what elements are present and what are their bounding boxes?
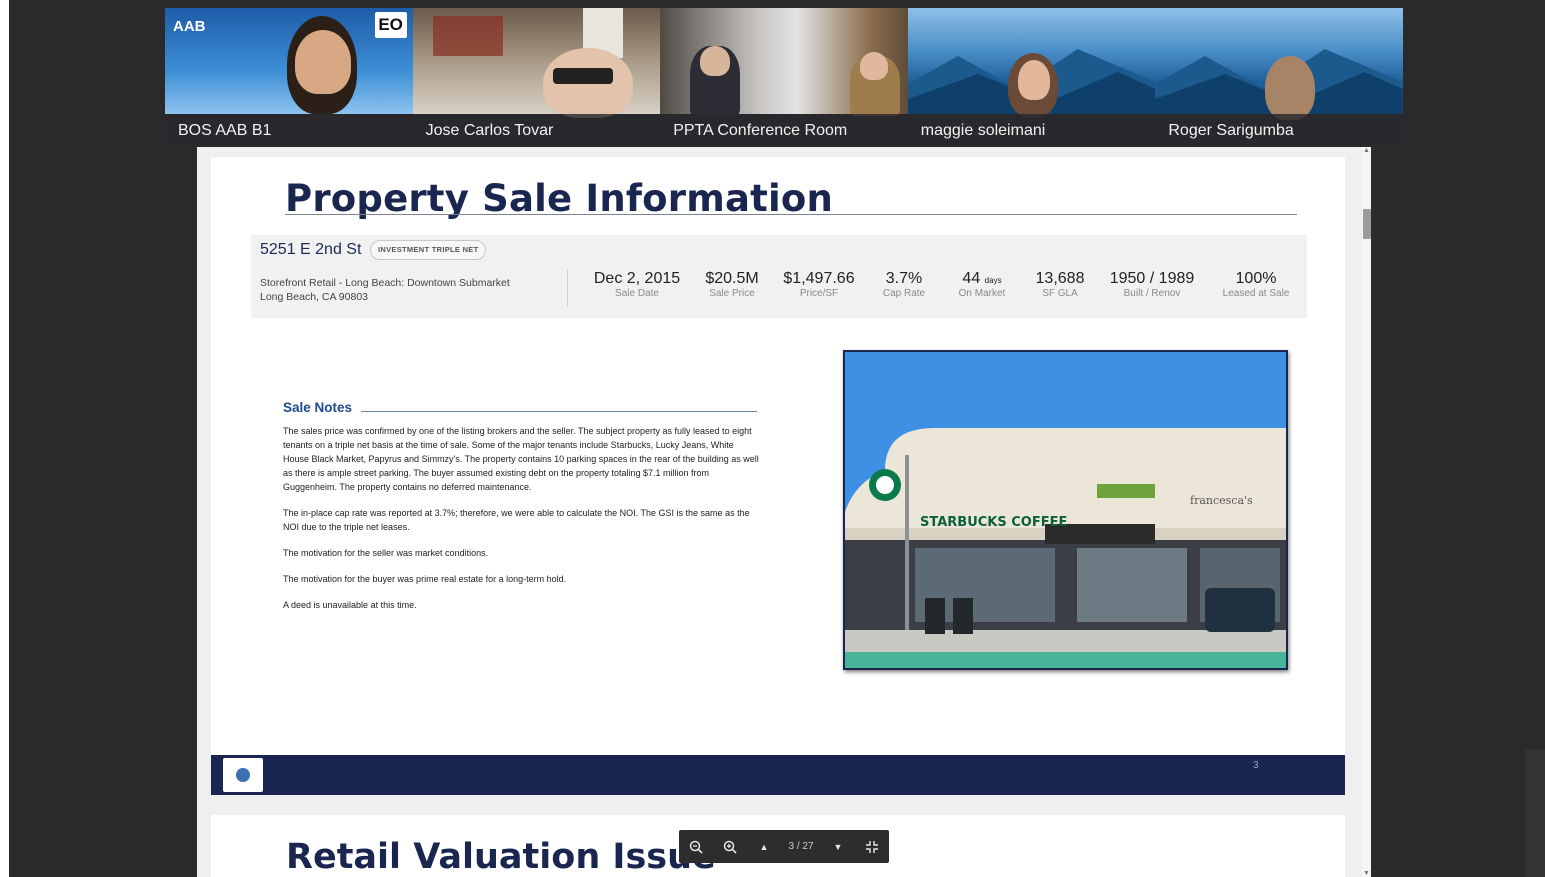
stat-leased: 100% Leased at Sale	[1211, 270, 1301, 299]
stat-label: On Market	[958, 288, 1006, 299]
storefront-sign: STARBUCKS COFFEE	[920, 515, 1067, 530]
participant-video	[412, 8, 661, 118]
zoom-out-icon[interactable]	[679, 830, 713, 863]
participant-tile[interactable]: Roger Sarigumba	[1155, 8, 1403, 147]
note-paragraph: A deed is unavailable at this time.	[283, 600, 417, 610]
stat-value: 3.7%	[885, 270, 923, 287]
stat-cap-rate: 3.7% Cap Rate	[873, 270, 935, 299]
location-line: Long Beach, CA 90803	[260, 291, 369, 303]
fullscreen-icon[interactable]	[855, 830, 889, 863]
property-subtype: Storefront Retail - Long Beach: Downtown…	[260, 276, 510, 304]
participant-video	[907, 8, 1156, 117]
participant-name: Roger Sarigumba	[1155, 114, 1403, 147]
participant-strip: AAB EO BOS AAB B1 Jose Carlos Tovar PPTA…	[165, 8, 1403, 147]
next-page-icon[interactable]: ▼	[821, 830, 855, 863]
company-logo	[223, 758, 263, 792]
stat-sale-date: Dec 2, 2015 Sale Date	[587, 270, 687, 299]
screen-edge	[0, 0, 9, 877]
participant-video	[660, 8, 908, 116]
participant-name: maggie soleimani	[907, 114, 1156, 147]
participant-tile[interactable]: AAB EO BOS AAB B1	[165, 8, 413, 147]
vertical-scrollbar[interactable]: ▲ ▼	[1362, 147, 1371, 877]
page-indicator: 3 / 27	[788, 841, 814, 852]
stat-built-renov: 1950 / 1989 Built / Renov	[1103, 270, 1201, 299]
stat-value: $20.5M	[705, 270, 759, 287]
stat-price-sf: $1,497.66 Price/SF	[777, 270, 861, 299]
stat-value: 13,688	[1035, 270, 1085, 287]
stat-label: Built / Renov	[1123, 288, 1181, 299]
stat-label: Cap Rate	[882, 288, 926, 299]
divider	[567, 269, 568, 307]
participant-video	[1155, 8, 1403, 120]
property-summary: 5251 E 2nd St INVESTMENT TRIPLE NET Stor…	[251, 235, 1307, 318]
page-number: 3	[1253, 760, 1259, 771]
scroll-up-arrow-icon[interactable]: ▲	[1363, 147, 1370, 154]
note-paragraph: The motivation for the buyer was prime r…	[283, 574, 567, 584]
stat-sf-gla: 13,688 SF GLA	[1027, 270, 1093, 299]
participant-tile[interactable]: PPTA Conference Room	[660, 8, 908, 147]
property-address: 5251 E 2nd St	[260, 241, 362, 258]
stat-value: 44 days	[947, 270, 1017, 288]
storefront-sign-secondary: francesca's	[1190, 494, 1253, 507]
scroll-down-arrow-icon[interactable]: ▼	[1363, 870, 1370, 877]
stat-value: Dec 2, 2015	[593, 270, 681, 287]
stat-label: Leased at Sale	[1222, 288, 1290, 299]
note-paragraph: The in-place cap rate was reported at 3.…	[283, 508, 750, 532]
participant-name: PPTA Conference Room	[660, 114, 908, 147]
notes-divider	[361, 411, 757, 412]
stat-on-market: 44 days On Market	[947, 270, 1017, 299]
stat-value: 1950 / 1989	[1109, 270, 1195, 287]
storefront-illustration: STARBUCKS COFFEE francesca's	[845, 352, 1286, 668]
sale-notes: The sales price was confirmed by one of …	[283, 424, 761, 624]
document-viewer[interactable]: Property Sale Information 5251 E 2nd St …	[197, 147, 1371, 877]
next-page-title: Retail Valuation Issue	[286, 837, 716, 877]
property-photo: STARBUCKS COFFEE francesca's	[843, 350, 1288, 670]
document-page: Property Sale Information 5251 E 2nd St …	[211, 157, 1345, 795]
subtype-line: Storefront Retail - Long Beach: Downtown…	[260, 277, 510, 289]
stat-value: 100%	[1235, 270, 1277, 287]
stat-label: Sale Date	[615, 288, 659, 299]
notes-heading: Sale Notes	[283, 400, 353, 415]
participant-name: BOS AAB B1	[165, 114, 413, 147]
title-divider	[285, 214, 1297, 215]
stat-label: SF GLA	[1042, 288, 1078, 299]
property-type-badge: INVESTMENT TRIPLE NET	[370, 240, 487, 260]
participant-video: AAB EO	[165, 8, 413, 114]
stat-label: Price/SF	[799, 288, 839, 299]
scrollbar-thumb[interactable]	[1363, 209, 1371, 239]
aab-logo: AAB	[173, 18, 206, 35]
participant-tile[interactable]: Jose Carlos Tovar	[412, 8, 661, 147]
stat-sale-price: $20.5M Sale Price	[697, 270, 767, 299]
participant-tile[interactable]: maggie soleimani	[907, 8, 1156, 147]
previous-page-icon[interactable]: ▲	[747, 830, 781, 863]
side-panel-edge	[1525, 750, 1545, 877]
stat-value: $1,497.66	[783, 270, 855, 287]
stat-label: Sale Price	[709, 288, 755, 299]
stat-number: 44	[962, 270, 981, 287]
note-paragraph: The motivation for the seller was market…	[283, 548, 489, 558]
page-footer: 3	[211, 755, 1345, 795]
note-paragraph: The sales price was confirmed by one of …	[283, 426, 759, 492]
zoom-in-icon[interactable]	[713, 830, 747, 863]
pdf-toolbar: ▲ 3 / 27 ▼	[679, 830, 889, 863]
participant-name: Jose Carlos Tovar	[412, 114, 661, 147]
eo-badge: EO	[374, 12, 407, 38]
stat-unit: days	[984, 276, 1002, 285]
